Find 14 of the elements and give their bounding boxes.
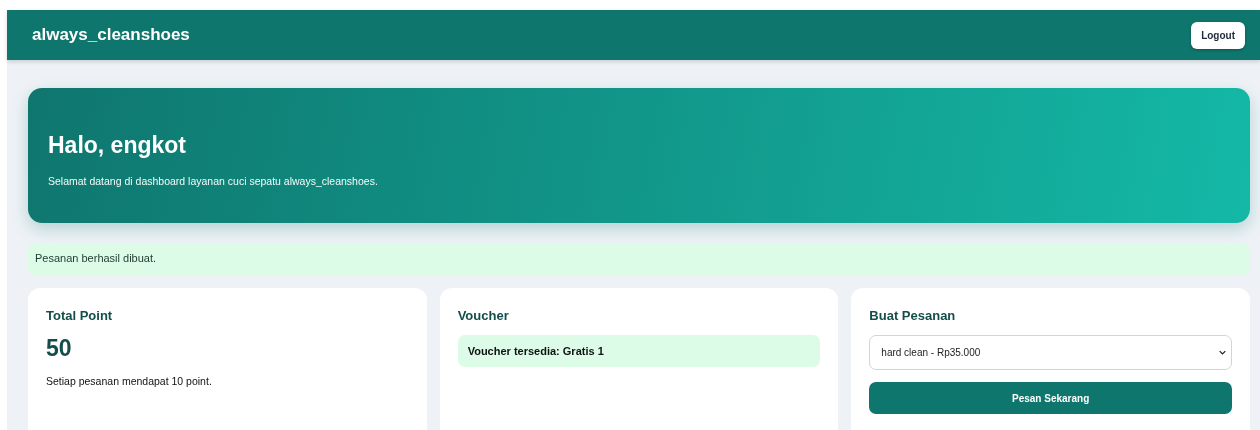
chevron-down-icon bbox=[1219, 350, 1226, 355]
card-title: Total Point bbox=[46, 308, 114, 323]
card-title: Buat Pesanan bbox=[869, 308, 957, 323]
card-title: Voucher bbox=[457, 308, 510, 323]
order-button[interactable]: Pesan Sekarang bbox=[869, 382, 1232, 414]
point-note: Setiap pesanan mendapat 10 point. bbox=[46, 375, 213, 387]
welcome-text: Selamat datang di dashboard layanan cuci sepatu always_cleanshoes. bbox=[48, 175, 379, 187]
voucher-notice: Voucher tersedia: Gratis 1 bbox=[457, 335, 821, 367]
point-total: 50 bbox=[46, 335, 73, 362]
greeting-title: Halo, engkot bbox=[48, 132, 187, 159]
brand-name: always_cleanshoes bbox=[32, 25, 190, 45]
success-message: Pesanan berhasil dibuat. bbox=[28, 243, 1250, 275]
service-select[interactable]: hard clean - Rp35.000 bbox=[869, 335, 1232, 370]
logout-button[interactable]: Logout bbox=[1191, 21, 1245, 49]
